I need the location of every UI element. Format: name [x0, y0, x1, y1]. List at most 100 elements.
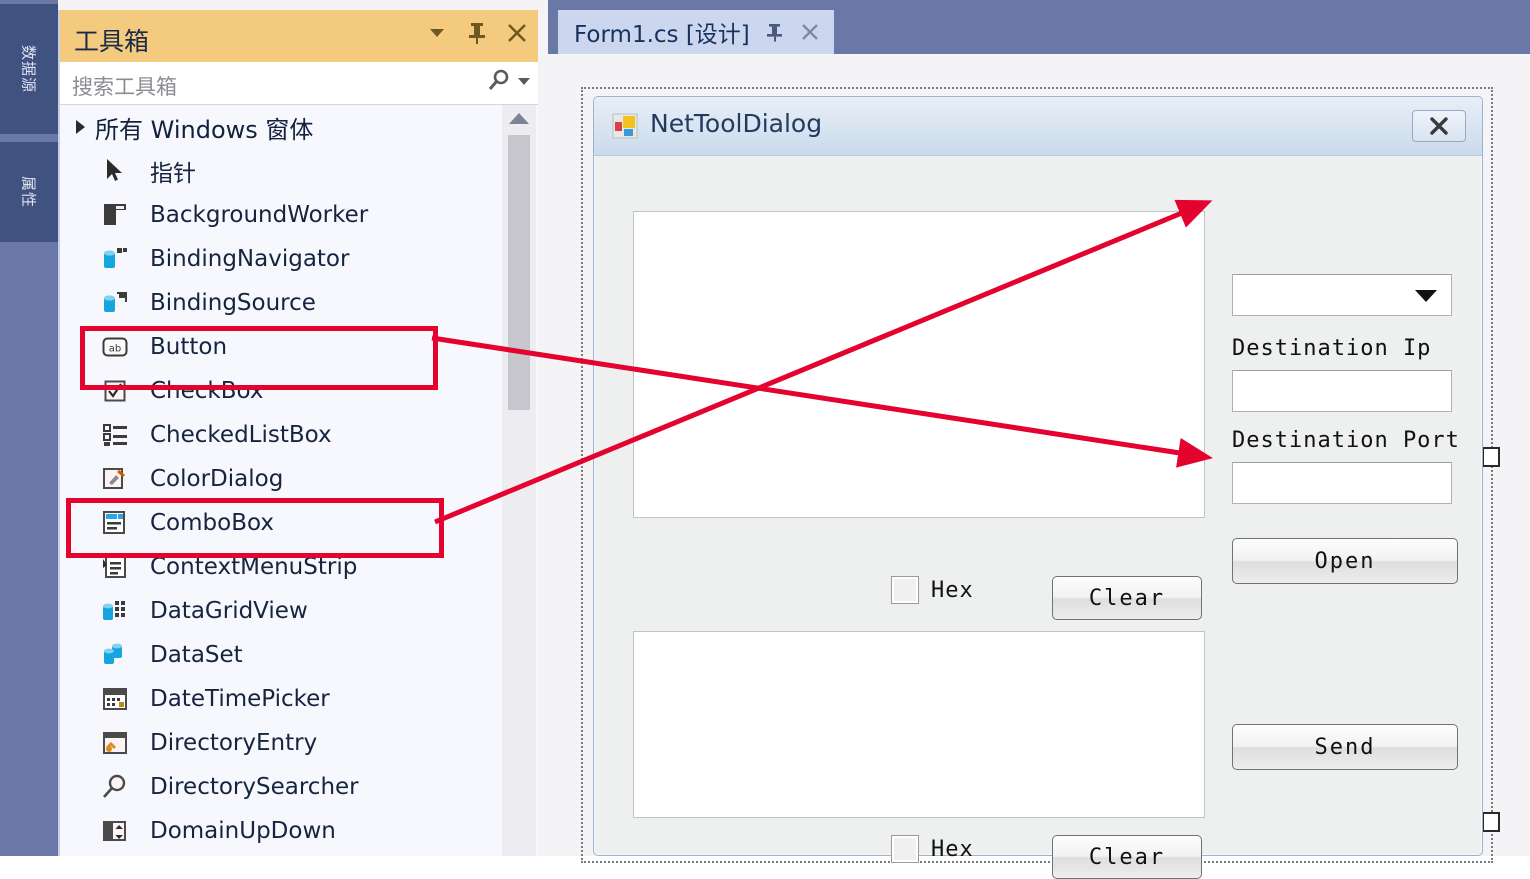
toolbox-pin-button[interactable]	[464, 18, 490, 48]
svg-text:ab: ab	[109, 344, 121, 355]
form-title: NetToolDialog	[650, 109, 823, 138]
bindingsource-icon	[98, 288, 132, 318]
document-tab-bar: Form1.cs [设计]	[548, 0, 1530, 54]
bindingnavigator-icon	[98, 244, 132, 274]
toolbox-item-label: CheckedListBox	[150, 422, 332, 448]
pin-icon	[469, 23, 485, 44]
toolbox-item-directorysearcher[interactable]: DirectorySearcher	[60, 765, 538, 809]
toolbox-item-label: DomainUpDown	[150, 818, 336, 844]
toolbox-item-directoryentry[interactable]: DirectoryEntry	[60, 721, 538, 765]
dataset-icon	[98, 640, 132, 670]
toolbox-item-label: DataSet	[150, 642, 243, 668]
toolbox-menu-button[interactable]	[424, 18, 450, 48]
send-textbox[interactable]	[633, 631, 1205, 818]
toolbox-list: 所有 Windows 窗体 指针 BackgroundWorker Bindin…	[60, 105, 538, 856]
contextmenustrip-icon	[98, 552, 132, 582]
clear-button-top[interactable]: Clear	[1052, 576, 1202, 620]
designer-canvas: NetToolDialog Destination Ip Destination…	[548, 54, 1530, 879]
toolbox-item-dataset[interactable]: DataSet	[60, 633, 538, 677]
toolbox-close-button[interactable]	[504, 18, 530, 48]
toolbox-item-combobox[interactable]: ComboBox	[60, 501, 538, 545]
hex-checkbox-top[interactable]: Hex	[891, 576, 974, 604]
toolbox-scrollbar[interactable]	[502, 105, 536, 856]
protocol-combobox[interactable]	[1232, 274, 1452, 316]
clear-button-bottom[interactable]: Clear	[1052, 835, 1202, 879]
close-icon	[801, 24, 818, 40]
colordialog-icon	[98, 464, 132, 494]
toolbox-item-label: ContextMenuStrip	[150, 554, 358, 580]
toolbox-item-datetimepicker[interactable]: DateTimePicker	[60, 677, 538, 721]
toolbox-item-domainupdown[interactable]: DomainUpDown	[60, 809, 538, 853]
toolbox-item-colordialog[interactable]: ColorDialog	[60, 457, 538, 501]
sidebar-tab-label: 数据源	[19, 44, 38, 94]
checkbox-box-icon[interactable]	[891, 835, 919, 863]
toolbox-item-bindingsource[interactable]: BindingSource	[60, 281, 538, 325]
toolbox-item-checkedlistbox[interactable]: CheckedListBox	[60, 413, 538, 457]
open-button[interactable]: Open	[1232, 538, 1458, 584]
toolbox-item-contextmenustrip[interactable]: ContextMenuStrip	[60, 545, 538, 589]
domainupdown-icon	[98, 816, 132, 846]
checkedlistbox-icon	[98, 420, 132, 450]
sidebar-tab-properties[interactable]: 属性	[0, 142, 58, 242]
pointer-icon	[98, 156, 132, 186]
toolbox-item-label: BindingNavigator	[150, 246, 350, 272]
toolbox-item-label: BindingSource	[150, 290, 316, 316]
toolbox-item-datagridview[interactable]: DataGridView	[60, 589, 538, 633]
receive-textbox[interactable]	[633, 211, 1205, 518]
datagridview-icon	[98, 596, 132, 626]
resize-handle-right[interactable]	[1482, 447, 1500, 467]
send-button[interactable]: Send	[1232, 724, 1458, 770]
hex-checkbox-top-label: Hex	[931, 577, 974, 603]
form-title-bar: NetToolDialog	[594, 97, 1482, 156]
tab-close-button[interactable]	[800, 22, 820, 42]
toolbox-search-icons	[486, 68, 530, 94]
hex-checkbox-bottom[interactable]: Hex	[891, 835, 974, 863]
toolbox-item-label: CheckBox	[150, 378, 264, 404]
destination-port-input[interactable]	[1232, 462, 1452, 504]
toolbox-item-label: DataGridView	[150, 598, 308, 624]
chevron-down-icon[interactable]	[518, 77, 530, 85]
toolbox-item-label: DateTimePicker	[150, 686, 330, 712]
toolbox-item-label: DirectorySearcher	[150, 774, 359, 800]
toolbox-item-backgroundworker[interactable]: BackgroundWorker	[60, 193, 538, 237]
toolbox-header-buttons	[424, 18, 530, 48]
toolbox-header: 工具箱	[60, 10, 538, 62]
toolbox-item-checkbox[interactable]: CheckBox	[60, 369, 538, 413]
toolbox-item-button[interactable]: ab Button	[60, 325, 538, 369]
resize-handle-corner[interactable]	[1482, 812, 1500, 832]
designer-area: Form1.cs [设计] NetToolDialog Destination …	[548, 0, 1530, 879]
toolbox-item-label: ComboBox	[150, 510, 274, 536]
tab-form1-designer[interactable]: Form1.cs [设计]	[558, 10, 834, 54]
destination-ip-input[interactable]	[1232, 370, 1452, 412]
pin-icon	[766, 24, 782, 42]
vs-left-dock-strip: 数据源 属性	[0, 0, 58, 856]
search-icon[interactable]	[486, 68, 512, 94]
tab-label: Form1.cs [设计]	[574, 22, 750, 48]
button-icon: ab	[98, 332, 132, 362]
chevron-down-icon	[430, 29, 444, 37]
scroll-up-arrow-icon[interactable]	[509, 113, 529, 124]
sidebar-tab-label: 属性	[19, 175, 38, 209]
toolbox-search-bar[interactable]: 搜索工具箱	[60, 62, 538, 105]
screenshot-root: 数据源 属性 工具箱 搜索工具箱 所有 Windows 窗体 指针 Backgr…	[0, 0, 1530, 879]
nettooldialog-form[interactable]: NetToolDialog Destination Ip Destination…	[593, 96, 1483, 879]
sidebar-tab-data-sources[interactable]: 数据源	[0, 4, 58, 134]
close-icon	[508, 24, 526, 42]
tab-pin-button[interactable]	[766, 22, 784, 42]
directorysearcher-icon	[98, 772, 132, 802]
destination-ip-label: Destination Ip	[1232, 336, 1432, 361]
toolbox-group-all-windows-forms[interactable]: 所有 Windows 窗体	[60, 105, 538, 149]
checkbox-box-icon[interactable]	[891, 576, 919, 604]
toolbox-item-pointer[interactable]: 指针	[60, 149, 538, 193]
expand-triangle-icon	[76, 120, 85, 134]
directoryentry-icon	[98, 728, 132, 758]
search-input[interactable]: 搜索工具箱	[72, 71, 177, 101]
chevron-down-icon	[1415, 290, 1437, 302]
scrollbar-thumb[interactable]	[508, 135, 530, 410]
form-body: Destination Ip Destination Port Open Hex…	[595, 156, 1481, 879]
form-close-button[interactable]	[1412, 110, 1466, 142]
backgroundworker-icon	[98, 200, 132, 230]
toolbox-item-label: ColorDialog	[150, 466, 284, 492]
toolbox-item-bindingnavigator[interactable]: BindingNavigator	[60, 237, 538, 281]
toolbox-item-label: BackgroundWorker	[150, 202, 369, 228]
